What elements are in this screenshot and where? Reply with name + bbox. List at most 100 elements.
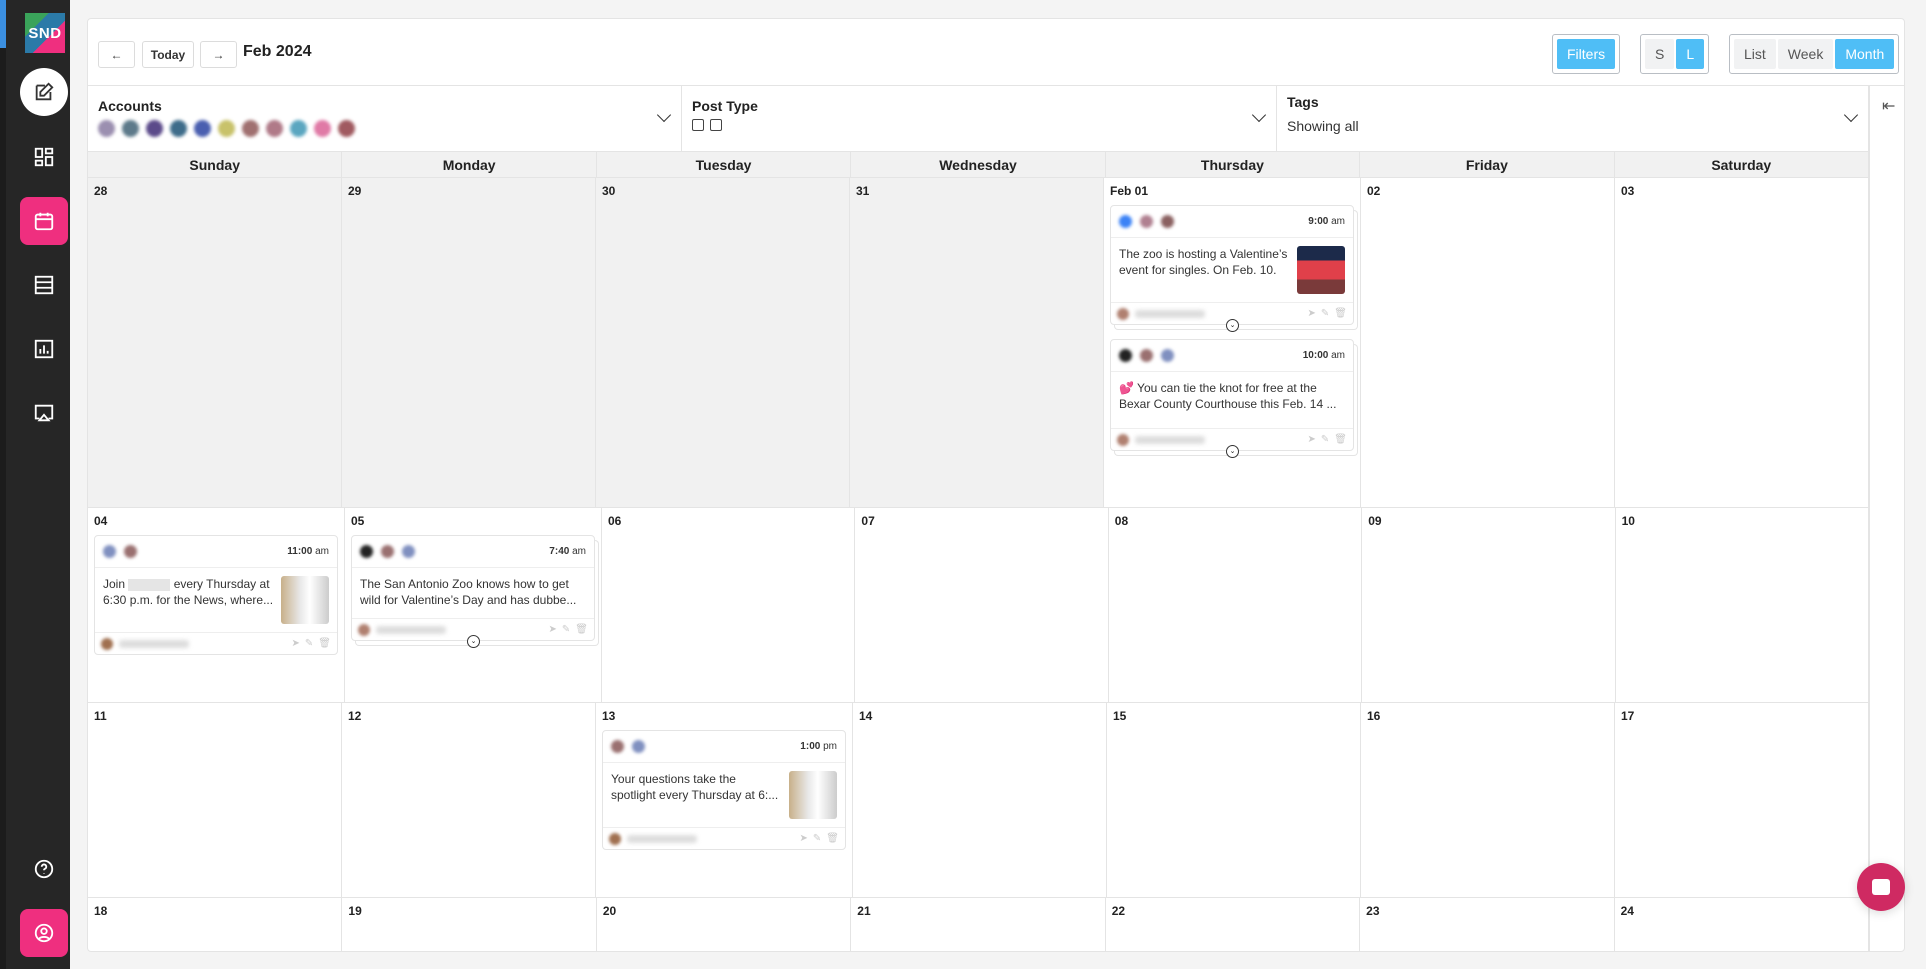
day-cell[interactable]: 19	[342, 898, 597, 952]
post-card[interactable]: 7:40 am The San Antonio Zoo knows how to…	[351, 535, 595, 648]
sidebar-item-list[interactable]	[20, 261, 68, 309]
author-name	[627, 834, 697, 843]
send-icon[interactable]: ➤	[1308, 434, 1316, 445]
day-cell[interactable]: Feb 01 9:00 am The zoo is hosting a Vale…	[1104, 178, 1361, 507]
day-cell[interactable]: 15	[1107, 703, 1361, 897]
trash-icon[interactable]: 🗑	[826, 833, 839, 844]
post-card[interactable]: 10:00 am 💕 You can tie the knot for free…	[1110, 339, 1354, 458]
post-text: 💕 You can tie the knot for free at the B…	[1119, 381, 1337, 411]
weekday-header: Sunday Monday Tuesday Wednesday Thursday…	[88, 152, 1869, 178]
day-cell[interactable]: 20	[597, 898, 852, 952]
day-cell[interactable]: 11	[88, 703, 342, 897]
accounts-filter[interactable]: Accounts	[88, 86, 682, 151]
view-list-button[interactable]: List	[1734, 39, 1776, 69]
day-number: 07	[861, 514, 875, 528]
day-cell[interactable]: 12	[342, 703, 596, 897]
post-card[interactable]: 11:00 am Join every Thursday at 6:30 p.m…	[94, 535, 338, 655]
send-icon[interactable]: ➤	[800, 833, 808, 844]
tags-filter[interactable]: Tags Showing all	[1277, 86, 1869, 151]
help-button[interactable]	[20, 845, 68, 893]
day-cell[interactable]: 08	[1109, 508, 1363, 702]
post-type-filter[interactable]: Post Type	[682, 86, 1277, 151]
edit-icon[interactable]: ✎	[813, 833, 821, 844]
day-cell[interactable]: 09	[1362, 508, 1616, 702]
next-month-button[interactable]: →	[200, 41, 237, 68]
edit-icon[interactable]: ✎	[305, 638, 313, 649]
send-icon[interactable]: ➤	[292, 638, 300, 649]
view-month-button[interactable]: Month	[1835, 39, 1895, 69]
app-logo[interactable]: SND	[25, 13, 65, 53]
today-button[interactable]: Today	[142, 41, 194, 68]
day-cell[interactable]: 24	[1615, 898, 1869, 952]
trash-icon[interactable]: 🗑	[318, 638, 331, 649]
edit-icon[interactable]: ✎	[1321, 434, 1329, 445]
day-cell[interactable]: 10	[1616, 508, 1869, 702]
collapse-left-icon[interactable]: ⇤	[1882, 96, 1895, 116]
dashboard-icon	[34, 147, 54, 167]
send-icon[interactable]: ➤	[1308, 308, 1316, 319]
month-title: Feb 2024	[243, 43, 312, 60]
view-week-button[interactable]: Week	[1777, 39, 1834, 69]
account-avatar	[381, 545, 394, 558]
week-row: 11 12 13 1:00 pm Your questions take the…	[88, 703, 1869, 898]
day-number: 18	[94, 904, 108, 918]
day-cell[interactable]: 30	[596, 178, 850, 507]
day-cell[interactable]: 03	[1615, 178, 1869, 507]
size-l-button[interactable]: L	[1676, 39, 1705, 69]
account-avatar	[1140, 349, 1153, 362]
day-cell[interactable]: 31	[850, 178, 1104, 507]
trash-icon[interactable]: 🗑	[575, 624, 588, 635]
size-s-button[interactable]: S	[1645, 39, 1675, 69]
account-avatar	[266, 120, 283, 137]
edit-icon[interactable]: ✎	[562, 624, 570, 635]
redacted-text	[128, 578, 171, 591]
day-cell[interactable]: 14	[853, 703, 1107, 897]
account-avatar	[611, 740, 624, 753]
day-cell[interactable]: 02	[1361, 178, 1615, 507]
filters-button[interactable]: Filters	[1557, 39, 1616, 69]
day-cell[interactable]: 06	[602, 508, 856, 702]
day-number: 10	[1621, 514, 1635, 528]
day-cell[interactable]: 05 7:40 am The San Antonio Zoo knows how…	[345, 508, 602, 702]
expand-chevron-icon[interactable]: ⌄	[1226, 319, 1239, 332]
day-cell[interactable]: 17	[1615, 703, 1869, 897]
account-avatar	[1161, 349, 1174, 362]
day-cell[interactable]: 18	[88, 898, 343, 952]
day-cell[interactable]: 29	[342, 178, 596, 507]
prev-month-button[interactable]: ←	[98, 41, 135, 68]
post-card[interactable]: 9:00 am The zoo is hosting a Valentine’s…	[1110, 205, 1354, 332]
day-cell[interactable]: 21	[851, 898, 1106, 952]
day-cell[interactable]: 28	[88, 178, 342, 507]
account-avatar	[124, 545, 137, 558]
send-icon[interactable]: ➤	[549, 624, 557, 635]
expand-chevron-icon[interactable]: ⌄	[1226, 445, 1239, 458]
author-avatar	[358, 623, 370, 636]
trash-icon[interactable]: 🗑	[1334, 308, 1347, 319]
post-card[interactable]: 1:00 pm Your questions take the spotligh…	[602, 730, 846, 850]
week-row: 18 19 20 21 22 23 24	[88, 898, 1869, 952]
day-cell[interactable]: 23	[1360, 898, 1615, 952]
user-icon	[34, 923, 54, 943]
author-avatar	[609, 832, 621, 845]
calendar-icon	[34, 212, 54, 231]
tags-label: Tags	[1287, 94, 1319, 110]
author-name	[1135, 435, 1205, 444]
day-cell[interactable]: 13 1:00 pm Your questions take the spotl…	[596, 703, 853, 897]
day-cell[interactable]: 22	[1106, 898, 1361, 952]
day-cell[interactable]: 07	[855, 508, 1109, 702]
sidebar-item-cast[interactable]	[20, 389, 68, 437]
account-avatar	[170, 120, 187, 137]
day-cell[interactable]: 04 11:00 am Join every Thursday at 6:30 …	[88, 508, 345, 702]
day-cell[interactable]: 16	[1361, 703, 1615, 897]
sidebar-item-calendar[interactable]	[20, 197, 68, 245]
post-text: Your questions take the spotlight every …	[611, 772, 779, 802]
compose-button[interactable]	[20, 68, 68, 116]
chat-support-button[interactable]	[1857, 863, 1905, 911]
sidebar-item-dashboard[interactable]	[20, 133, 68, 181]
profile-button[interactable]	[20, 909, 68, 957]
edit-icon[interactable]: ✎	[1321, 308, 1329, 319]
weekday-friday: Friday	[1360, 152, 1615, 178]
trash-icon[interactable]: 🗑	[1334, 434, 1347, 445]
expand-chevron-icon[interactable]: ⌄	[467, 635, 480, 648]
sidebar-item-analytics[interactable]	[20, 325, 68, 373]
